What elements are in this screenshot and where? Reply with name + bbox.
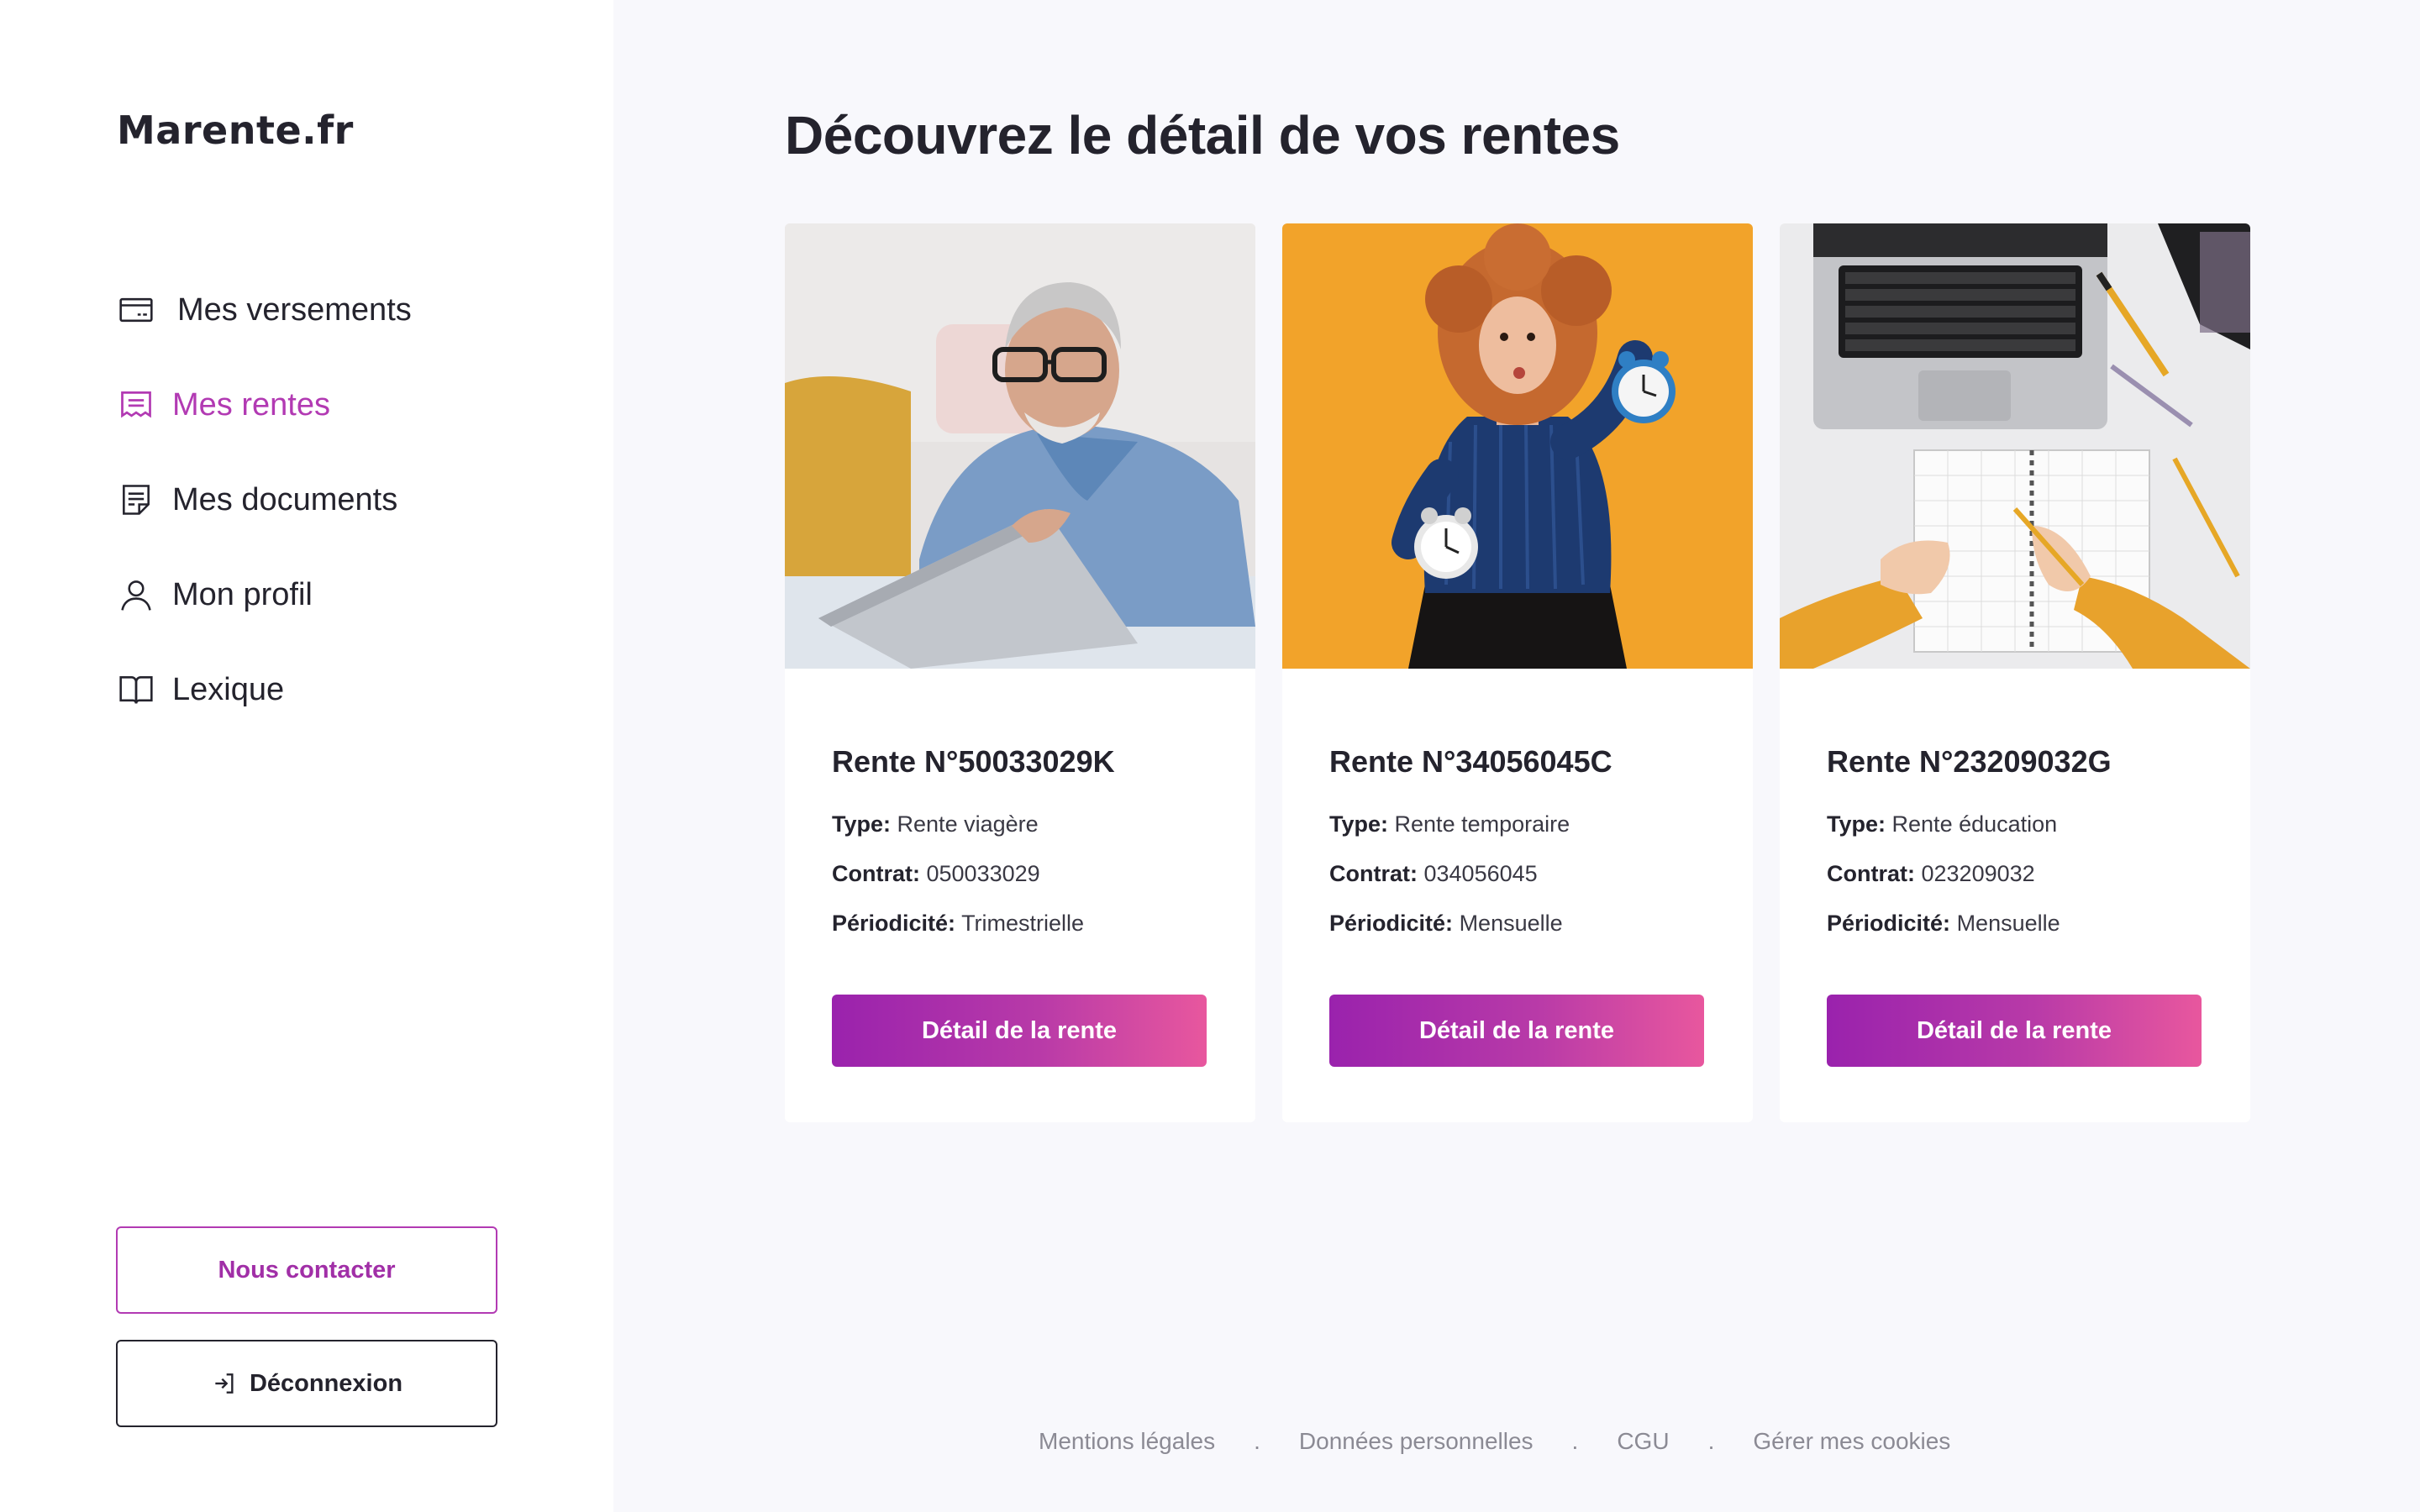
card-body: Rente N°34056045C Type: Rente temporaire… (1329, 744, 1706, 960)
logout-button[interactable]: Déconnexion (116, 1340, 497, 1427)
sidebar-item-mes-versements[interactable]: Mes versements (117, 281, 412, 339)
periodicity-value: Trimestrielle (961, 911, 1085, 936)
sidebar-item-label: Mes rentes (172, 386, 330, 423)
rente-periodicity: Périodicité: Trimestrielle (832, 911, 1208, 936)
rente-detail-button[interactable]: Détail de la rente (832, 995, 1207, 1067)
footer: Mentions légales . Données personnelles … (1039, 1428, 1950, 1455)
rente-type: Type: Rente viagère (832, 811, 1208, 837)
user-icon (117, 575, 155, 614)
rente-type: Type: Rente temporaire (1329, 811, 1706, 837)
woman-alarm-clocks-photo (1282, 223, 1753, 669)
type-label: Type: (1827, 811, 1886, 837)
rente-contract: Contrat: 050033029 (832, 861, 1208, 886)
rente-title: Rente N°50033029K (832, 744, 1115, 779)
rente-contract: Contrat: 034056045 (1329, 861, 1706, 886)
logout-label: Déconnexion (249, 1369, 403, 1397)
desk-notebook-laptop-photo (1780, 223, 2250, 669)
brand-logo[interactable]: Marente.fr (117, 108, 354, 153)
rente-detail-button[interactable]: Détail de la rente (1827, 995, 2202, 1067)
document-icon (117, 480, 155, 519)
footer-separator: . (1571, 1428, 1579, 1454)
book-icon (117, 670, 155, 709)
rente-card: Rente N°23209032G Type: Rente éducation … (1780, 223, 2250, 1122)
footer-link-mentions-legales[interactable]: Mentions légales (1039, 1428, 1215, 1455)
receipt-icon (117, 386, 155, 424)
sidebar-item-mes-documents[interactable]: Mes documents (117, 470, 412, 529)
rente-detail-button[interactable]: Détail de la rente (1329, 995, 1704, 1067)
footer-link-donnees-personnelles[interactable]: Données personnelles (1299, 1428, 1534, 1455)
rente-cards: Rente N°50033029K Type: Rente viagère Co… (785, 223, 2250, 1122)
contact-button[interactable]: Nous contacter (116, 1226, 497, 1314)
type-value: Rente viagère (897, 811, 1039, 837)
logout-icon (211, 1370, 238, 1397)
sidebar-item-mon-profil[interactable]: Mon profil (117, 565, 412, 624)
periodicity-label: Périodicité: (1329, 911, 1454, 936)
rente-type: Type: Rente éducation (1827, 811, 2203, 837)
card-icon (117, 291, 155, 329)
rente-periodicity: Périodicité: Mensuelle (1827, 911, 2203, 936)
sidebar-nav: Mes versements Mes rentes Mes documents … (117, 281, 412, 755)
contract-label: Contrat: (1827, 861, 1915, 886)
sidebar-item-lexique[interactable]: Lexique (117, 660, 412, 719)
sidebar-item-label: Mes documents (172, 481, 398, 517)
contract-value: 023209032 (1921, 861, 2035, 886)
rente-title: Rente N°34056045C (1329, 744, 1612, 779)
contract-value: 034056045 (1423, 861, 1538, 886)
contract-label: Contrat: (1329, 861, 1418, 886)
footer-separator: . (1707, 1428, 1715, 1454)
sidebar-item-label: Mes versements (177, 291, 412, 328)
contract-value: 050033029 (926, 861, 1040, 886)
type-label: Type: (1329, 811, 1389, 837)
footer-link-cgu[interactable]: CGU (1617, 1428, 1669, 1455)
footer-separator: . (1254, 1428, 1260, 1454)
periodicity-label: Périodicité: (832, 911, 956, 936)
sidebar: Marente.fr Mes versements Mes rentes Mes… (0, 0, 613, 1512)
type-label: Type: (832, 811, 892, 837)
rente-title: Rente N°23209032G (1827, 744, 2112, 779)
card-body: Rente N°50033029K Type: Rente viagère Co… (832, 744, 1208, 960)
footer-link-gerer-cookies[interactable]: Gérer mes cookies (1753, 1428, 1950, 1455)
rente-card: Rente N°50033029K Type: Rente viagère Co… (785, 223, 1255, 1122)
type-value: Rente temporaire (1394, 811, 1570, 837)
periodicity-label: Périodicité: (1827, 911, 1951, 936)
rente-periodicity: Périodicité: Mensuelle (1329, 911, 1706, 936)
sidebar-item-label: Lexique (172, 671, 285, 707)
rente-contract: Contrat: 023209032 (1827, 861, 2203, 886)
sidebar-item-label: Mon profil (172, 576, 313, 612)
senior-man-laptop-photo (785, 223, 1255, 669)
page-title: Découvrez le détail de vos rentes (785, 105, 1620, 165)
type-value: Rente éducation (1891, 811, 2058, 837)
periodicity-value: Mensuelle (1459, 911, 1563, 936)
sidebar-item-mes-rentes[interactable]: Mes rentes (117, 375, 412, 434)
periodicity-value: Mensuelle (1956, 911, 2060, 936)
card-body: Rente N°23209032G Type: Rente éducation … (1827, 744, 2203, 960)
rente-card: Rente N°34056045C Type: Rente temporaire… (1282, 223, 1753, 1122)
contract-label: Contrat: (832, 861, 920, 886)
